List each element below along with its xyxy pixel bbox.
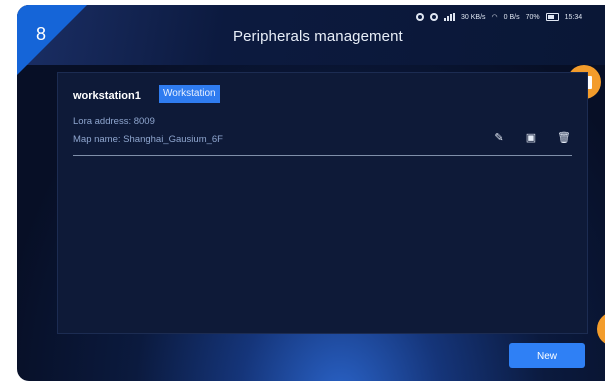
delete-icon[interactable]: 🗑	[557, 132, 571, 144]
map-name: Map name: Shanghai_Gausium_6F	[73, 134, 223, 145]
row-divider	[73, 155, 572, 156]
row-actions: ✎ ▣ 🗑	[493, 132, 571, 144]
wifi-icon: ◠	[491, 14, 498, 21]
battery-icon	[545, 13, 559, 21]
location-icon	[430, 13, 438, 21]
new-button[interactable]: New	[509, 343, 585, 368]
export-icon[interactable]: ▣	[525, 132, 537, 144]
status-bar: 30 KB/s ◠ 0 B/s 70% 15:34	[416, 13, 582, 21]
edit-icon[interactable]: ✎	[493, 132, 505, 144]
step-corner-badge	[17, 5, 87, 75]
clock: 15:34	[564, 13, 583, 21]
workstation-card: workstation1 Workstation Lora address: 8…	[57, 72, 588, 334]
page-title: Peripherals management	[233, 28, 403, 45]
net-speed-1: 30 KB/s	[461, 13, 486, 21]
signal-icon	[444, 13, 455, 21]
battery-percent: 70%	[525, 13, 540, 21]
workstation-type-badge: Workstation	[159, 85, 220, 103]
notification-icon	[416, 13, 424, 21]
workstation-name: workstation1	[73, 90, 141, 102]
lora-address: Lora address: 8009	[73, 116, 155, 127]
step-number: 8	[36, 24, 47, 44]
net-speed-2: 0 B/s	[503, 13, 520, 21]
